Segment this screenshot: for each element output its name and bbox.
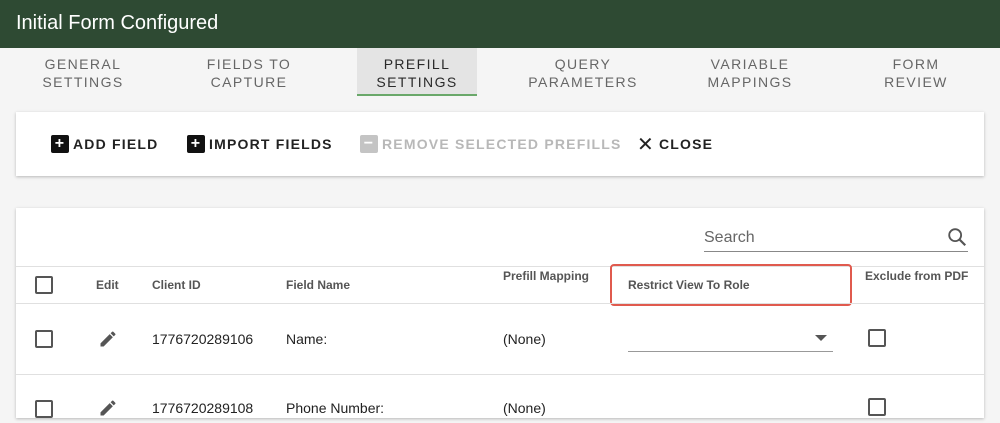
prefill-mapping-cell: (None) bbox=[503, 331, 546, 347]
close-icon: ✕ bbox=[637, 133, 655, 156]
plus-box-icon: + bbox=[51, 135, 69, 153]
tab-prefill-settings[interactable]: PREFILL SETTINGS bbox=[357, 48, 477, 96]
highlight-box bbox=[610, 264, 852, 306]
search-input[interactable]: Search bbox=[704, 226, 968, 252]
app-header: Initial Form Configured bbox=[0, 0, 1000, 48]
minus-box-icon: − bbox=[360, 135, 378, 153]
tab-fields-to-capture[interactable]: FIELDS TO CAPTURE bbox=[166, 48, 332, 96]
plus-box-icon: + bbox=[187, 135, 205, 153]
exclude-pdf-checkbox[interactable] bbox=[868, 398, 886, 416]
column-header-prefill-mapping[interactable]: Prefill Mapping bbox=[503, 269, 589, 283]
tab-general-settings[interactable]: GENERAL SETTINGS bbox=[0, 48, 166, 96]
restrict-view-role-select[interactable] bbox=[628, 324, 833, 352]
dropdown-arrow-icon bbox=[815, 335, 827, 341]
close-button[interactable]: ✕ CLOSE bbox=[637, 133, 713, 156]
row-select-checkbox[interactable] bbox=[35, 400, 53, 418]
remove-selected-prefills-button[interactable]: − REMOVE SELECTED PREFILLS bbox=[360, 134, 622, 154]
page-title: Initial Form Configured bbox=[16, 12, 219, 34]
tab-bar: GENERAL SETTINGS FIELDS TO CAPTURE PREFILL… bbox=[0, 48, 1000, 98]
exclude-pdf-checkbox[interactable] bbox=[868, 329, 886, 347]
client-id-cell: 1776720289106 bbox=[152, 331, 254, 347]
row-select-checkbox[interactable] bbox=[35, 330, 53, 348]
column-header-field-name[interactable]: Field Name bbox=[286, 278, 350, 292]
select-all-checkbox[interactable] bbox=[35, 276, 53, 294]
import-fields-button[interactable]: + IMPORT FIELDS bbox=[187, 134, 333, 154]
column-header-exclude-pdf[interactable]: Exclude from PDF bbox=[865, 269, 968, 283]
add-field-button[interactable]: + ADD FIELD bbox=[51, 134, 158, 154]
edit-pencil-icon[interactable] bbox=[98, 329, 118, 354]
search-icon[interactable] bbox=[946, 226, 968, 253]
toolbar: + ADD FIELD + IMPORT FIELDS − REMOVE SEL… bbox=[16, 112, 984, 176]
prefill-mapping-cell: (None) bbox=[503, 400, 546, 416]
field-name-cell: Phone Number: bbox=[286, 400, 385, 416]
tab-form-review[interactable]: FORM REVIEW bbox=[833, 48, 999, 96]
field-name-cell: Name: bbox=[286, 331, 328, 347]
prefill-table-card: Search Edit Client ID Field Name Prefill… bbox=[16, 208, 984, 418]
column-header-edit: Edit bbox=[96, 278, 119, 292]
tab-variable-mappings[interactable]: VARIABLE MAPPINGS bbox=[667, 48, 833, 96]
client-id-cell: 1776720289108 bbox=[152, 400, 254, 416]
edit-pencil-icon[interactable] bbox=[98, 398, 118, 423]
column-header-client-id[interactable]: Client ID bbox=[152, 278, 201, 292]
tab-query-parameters[interactable]: QUERY PARAMETERS bbox=[500, 48, 666, 96]
